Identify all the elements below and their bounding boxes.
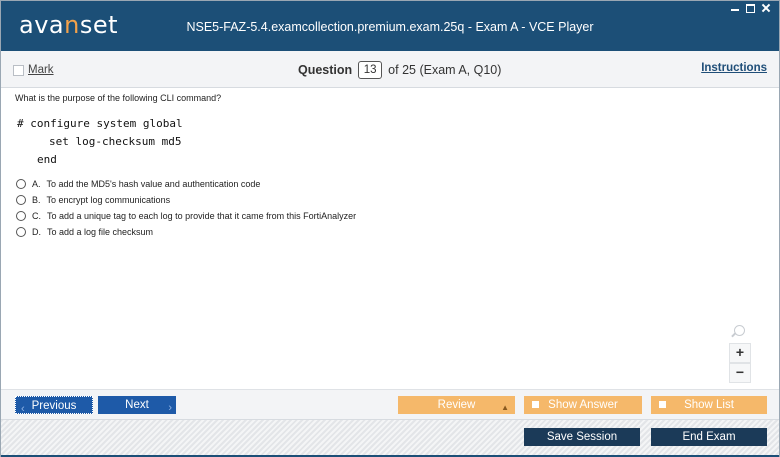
code-line: set log-checksum md5 xyxy=(49,135,182,148)
save-session-button[interactable]: Save Session xyxy=(524,428,640,446)
zoom-out-button[interactable]: − xyxy=(729,363,751,383)
review-button[interactable]: Review ▲ xyxy=(398,396,515,414)
code-line: # configure system global xyxy=(17,117,183,130)
answer-option-c[interactable]: C. To add a unique tag to each log to pr… xyxy=(16,211,356,221)
magnifier-icon xyxy=(734,325,745,336)
minimize-icon[interactable] xyxy=(730,3,740,13)
show-list-toggle[interactable]: Show List xyxy=(651,396,767,414)
checkbox-icon[interactable] xyxy=(532,401,539,408)
checkbox-icon[interactable] xyxy=(13,64,24,76)
title-bar: avanset NSE5-FAZ-5.4.examcollection.prem… xyxy=(1,1,779,51)
radio-button[interactable] xyxy=(16,179,26,189)
mark-checkbox[interactable]: Mark xyxy=(13,64,54,76)
option-key: A. xyxy=(32,179,41,189)
option-key: B. xyxy=(32,195,41,205)
triangle-up-icon: ▲ xyxy=(501,403,509,412)
option-text: To add a log file checksum xyxy=(47,227,154,237)
previous-button[interactable]: ‹ Previous xyxy=(15,396,93,415)
mark-label[interactable]: Mark xyxy=(28,64,54,76)
question-bar: Mark Question 13 of 25 (Exam A, Q10) Ins… xyxy=(1,51,779,88)
vce-player-window: avanset NSE5-FAZ-5.4.examcollection.prem… xyxy=(0,0,780,457)
zoom-in-button[interactable]: + xyxy=(729,343,751,363)
option-text: To encrypt log communications xyxy=(46,195,171,205)
answer-option-d[interactable]: D. To add a log file checksum xyxy=(16,227,153,237)
question-number-input[interactable]: 13 xyxy=(358,61,383,79)
question-label: Question xyxy=(298,63,353,77)
window-controls xyxy=(730,3,771,13)
radio-button[interactable] xyxy=(16,211,26,221)
question-indicator: Question 13 of 25 (Exam A, Q10) xyxy=(298,61,501,79)
navigation-bar: ‹ Previous Next › Review ▲ Show Answer S… xyxy=(1,389,779,420)
code-line: end xyxy=(37,153,57,166)
answer-option-b[interactable]: B. To encrypt log communications xyxy=(16,195,170,205)
question-content: What is the purpose of the following CLI… xyxy=(1,88,779,388)
chevron-left-icon: ‹ xyxy=(21,403,25,415)
next-button[interactable]: Next › xyxy=(98,396,176,414)
maximize-icon[interactable] xyxy=(746,4,755,13)
show-answer-toggle[interactable]: Show Answer xyxy=(524,396,642,414)
answer-option-a[interactable]: A. To add the MD5's hash value and authe… xyxy=(16,179,260,189)
instructions-link[interactable]: Instructions xyxy=(701,62,767,74)
checkbox-icon[interactable] xyxy=(659,401,666,408)
option-key: C. xyxy=(32,211,41,221)
option-text: To add a unique tag to each log to provi… xyxy=(47,211,357,221)
window-title: NSE5-FAZ-5.4.examcollection.premium.exam… xyxy=(186,20,594,34)
close-icon[interactable] xyxy=(761,3,771,13)
option-text: To add the MD5's hash value and authenti… xyxy=(46,179,261,189)
footer-bar: Save Session End Exam xyxy=(1,419,779,457)
option-key: D. xyxy=(32,227,41,237)
radio-button[interactable] xyxy=(16,195,26,205)
question-of-text: of 25 (Exam A, Q10) xyxy=(388,63,502,77)
radio-button[interactable] xyxy=(16,227,26,237)
chevron-right-icon: › xyxy=(168,402,172,414)
question-text: What is the purpose of the following CLI… xyxy=(15,93,222,103)
cli-code-block: # configure system global set log-checks… xyxy=(17,115,183,169)
end-exam-button[interactable]: End Exam xyxy=(651,428,767,446)
